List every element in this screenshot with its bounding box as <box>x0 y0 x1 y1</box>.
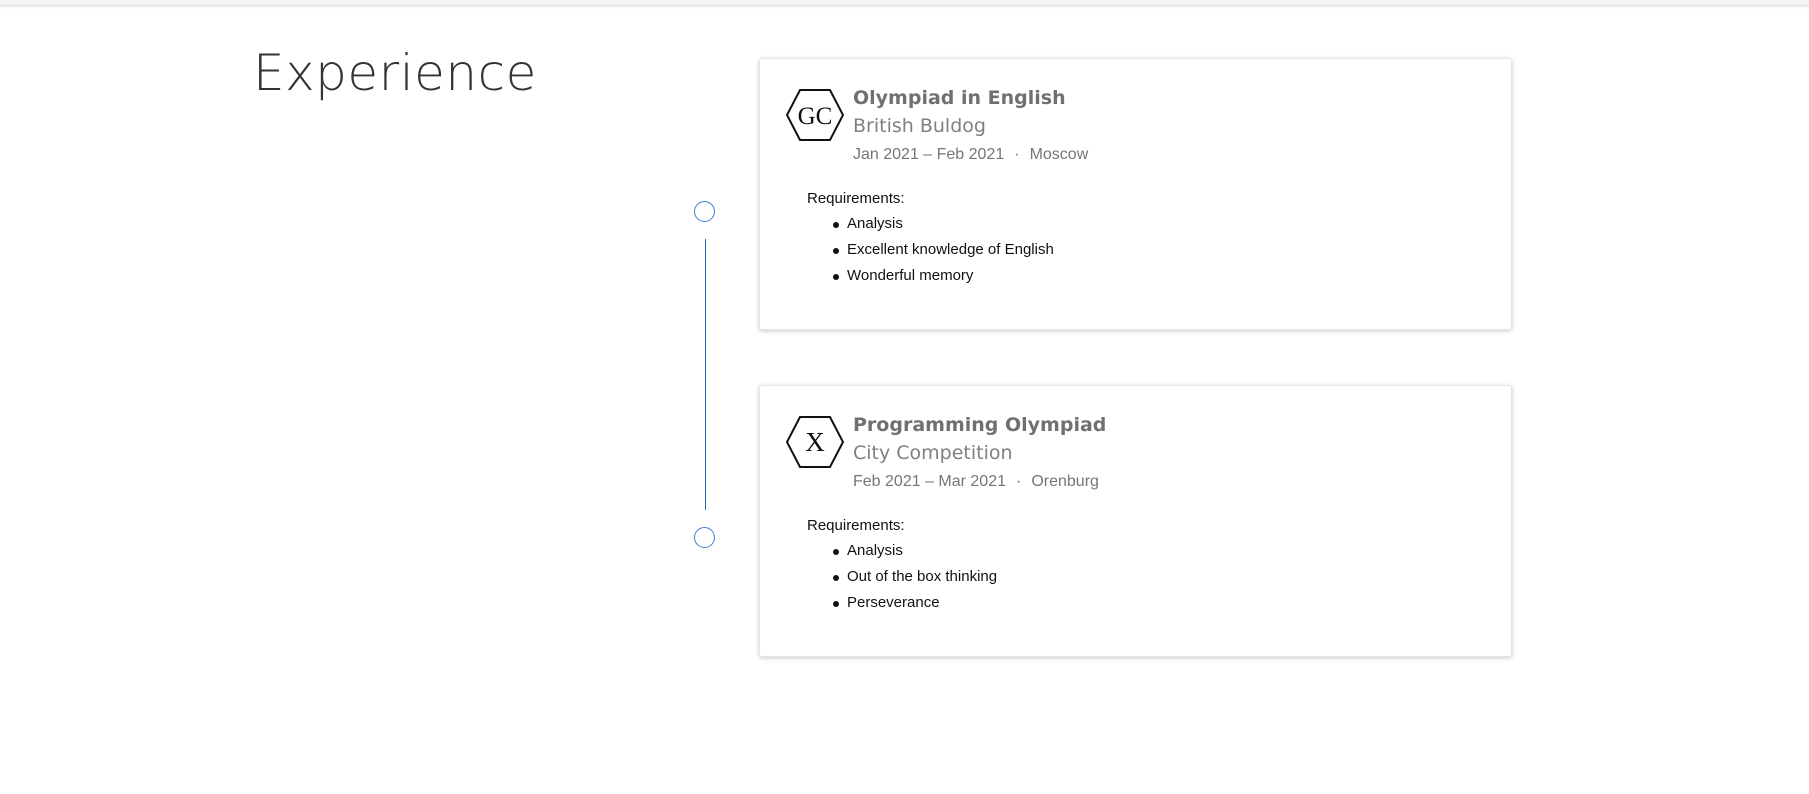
requirement-text: Analysis <box>847 542 903 559</box>
timeline-marker-icon <box>694 201 715 222</box>
requirements-list: Analysis Out of the box thinking Perseve… <box>833 542 998 620</box>
experience-card: X Programming Olympiad City Competition … <box>759 385 1512 657</box>
timeline-line <box>705 239 706 510</box>
top-navigation-bar <box>0 0 1809 5</box>
hexagon-logo-icon: GC <box>786 88 844 142</box>
requirement-text: Out of the box thinking <box>847 568 998 585</box>
requirement-item: Analysis <box>833 542 997 568</box>
experience-organization: City Competition <box>853 442 1013 464</box>
bullet-icon <box>833 222 839 228</box>
experience-title: Olympiad in English <box>853 87 1066 109</box>
experience-organization: British Buldog <box>853 115 986 137</box>
requirements-list: Analysis Excellent knowledge of English … <box>833 215 1054 293</box>
requirement-item: Perseverance <box>833 594 997 620</box>
logo-text: X <box>805 427 825 457</box>
requirements-label: Requirements: <box>807 517 905 534</box>
meta-separator: · <box>1014 146 1020 163</box>
experience-card: GC Olympiad in English British Buldog Ja… <box>759 58 1512 330</box>
requirement-item: Analysis <box>833 215 1054 241</box>
experience-title: Programming Olympiad <box>853 414 1107 436</box>
section-title: Experience <box>253 44 537 102</box>
hexagon-logo-icon: X <box>786 415 844 469</box>
bullet-icon <box>833 601 839 607</box>
requirements-label: Requirements: <box>807 190 905 207</box>
bullet-icon <box>833 575 839 581</box>
timeline-marker-icon <box>694 527 715 548</box>
bullet-icon <box>833 549 839 555</box>
requirement-item: Out of the box thinking <box>833 568 998 594</box>
logo-text: GC <box>798 103 833 130</box>
experience-meta: Feb 2021 – Mar 2021 · Orenburg <box>853 473 1099 491</box>
bullet-icon <box>833 274 839 280</box>
experience-dates: Feb 2021 – Mar 2021 <box>853 473 1006 490</box>
experience-location: Moscow <box>1029 146 1089 163</box>
requirement-item: Excellent knowledge of English <box>833 241 1054 267</box>
requirement-text: Excellent knowledge of English <box>847 241 1054 258</box>
requirement-text: Analysis <box>847 215 903 232</box>
experience-dates: Jan 2021 – Feb 2021 <box>853 146 1005 163</box>
requirement-item: Wonderful memory <box>833 267 1054 293</box>
bullet-icon <box>833 248 839 254</box>
meta-separator: · <box>1016 473 1022 490</box>
experience-location: Orenburg <box>1031 473 1099 490</box>
experience-meta: Jan 2021 – Feb 2021 · Moscow <box>853 146 1088 164</box>
requirement-text: Perseverance <box>847 594 940 611</box>
requirement-text: Wonderful memory <box>847 267 974 284</box>
